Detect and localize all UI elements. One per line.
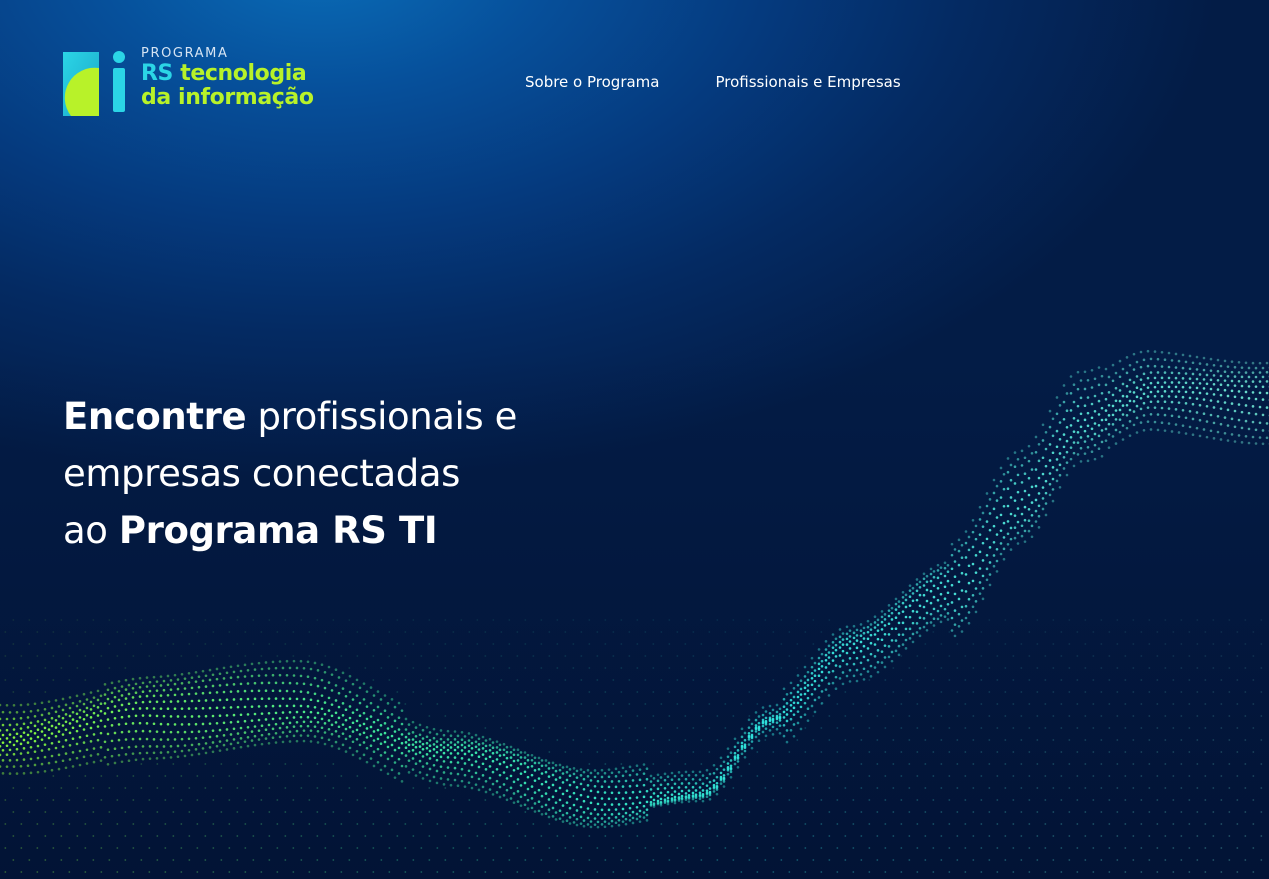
logo-line-2: da informação	[141, 85, 314, 110]
nav-link-sobre-o-programa[interactable]: Sobre o Programa	[525, 73, 659, 91]
hero-line-1: Encontre profissionais e	[63, 388, 623, 445]
logo-wordmark: PROGRAMA RS tecnologia da informação	[141, 46, 314, 110]
logo-line-1: RS tecnologia	[141, 62, 314, 86]
site-header: PROGRAMA RS tecnologia da informação Sob…	[0, 0, 1269, 170]
hero-bold-programa: Programa RS TI	[118, 509, 438, 552]
hero-line-2: empresas conectadas	[63, 452, 460, 495]
nav-link-profissionais-e-empresas[interactable]: Profissionais e Empresas	[715, 73, 900, 91]
hero-line-3: ao Programa RS TI	[63, 502, 623, 559]
logo-program-label: PROGRAMA	[141, 46, 229, 61]
hero-bold-encontre: Encontre	[63, 395, 247, 438]
hero-line-1-rest: profissionais e	[246, 395, 518, 438]
logo-rs-text: RS	[141, 61, 173, 86]
ti-logo-icon	[63, 51, 125, 116]
hero-headline: Encontre profissionais e empresas conect…	[63, 388, 623, 559]
main-nav: Sobre o Programa Profissionais e Empresa…	[525, 73, 901, 91]
logo-tecnologia-text: tecnologia	[180, 61, 307, 86]
hero-line-3-pre: ao	[63, 509, 119, 552]
site-logo[interactable]: PROGRAMA RS tecnologia da informação	[63, 46, 333, 120]
